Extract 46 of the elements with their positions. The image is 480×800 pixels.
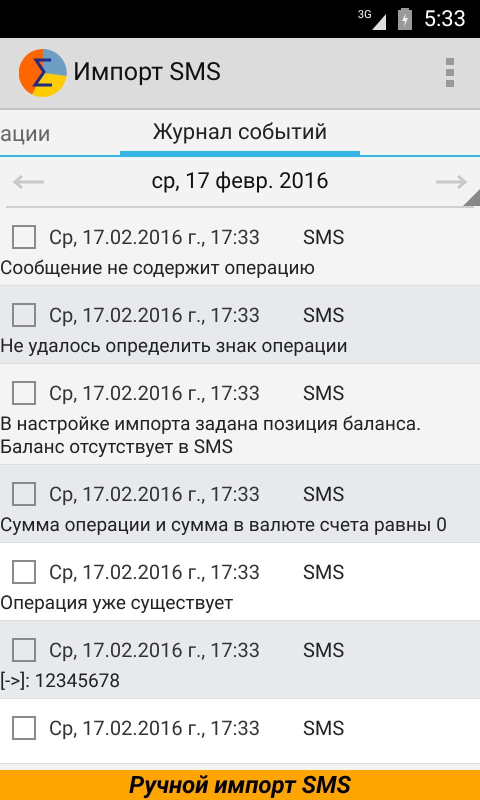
event-source: SMS xyxy=(303,637,344,664)
event-row[interactable]: Ср, 17.02.2016 г., 17:33 SMS [->]: 12345678 xyxy=(0,621,480,699)
event-message: Сумма операции и сумма в валюте счета равны 0 xyxy=(0,513,448,536)
event-datetime: Ср, 17.02.2016 г., 17:33 xyxy=(49,380,261,407)
checkbox[interactable] xyxy=(12,716,36,740)
clock: 5:33 xyxy=(424,6,466,34)
signal-icon xyxy=(372,14,386,30)
event-datetime: Ср, 17.02.2016 г., 17:33 xyxy=(49,637,261,664)
event-datetime: Ср, 17.02.2016 г., 17:33 xyxy=(49,559,261,586)
event-row[interactable]: Ср, 17.02.2016 г., 17:33 SMS Операция уже существует xyxy=(0,543,480,621)
event-source: SMS xyxy=(303,481,344,508)
network-type: 3G xyxy=(358,8,372,20)
event-source: SMS xyxy=(303,380,344,407)
corner-triangle-icon xyxy=(463,189,480,206)
checkbox[interactable] xyxy=(12,560,36,584)
event-source: SMS xyxy=(303,559,344,586)
event-row[interactable]: Ср, 17.02.2016 г., 17:33 SMS Сумма операции и сумма в валюте счета равны 0 xyxy=(0,465,480,543)
date-label[interactable]: ср, 17 февр. 2016 xyxy=(151,165,329,198)
next-arrow-icon[interactable] xyxy=(436,174,468,188)
event-message: В настройке импорта задана позиция баланса. Баланс отсутствует в SMS xyxy=(0,412,422,458)
checkbox[interactable] xyxy=(12,381,36,405)
checkbox[interactable] xyxy=(12,303,36,327)
previous-arrow-icon[interactable] xyxy=(12,174,44,188)
event-row[interactable]: Ср, 17.02.2016 г., 17:33 SMS xyxy=(0,699,480,764)
event-source: SMS xyxy=(303,302,344,329)
battery-charging-icon xyxy=(398,8,412,30)
event-datetime: Ср, 17.02.2016 г., 17:33 xyxy=(49,302,261,329)
event-message: [->]: 12345678 xyxy=(0,669,122,692)
checkbox[interactable] xyxy=(12,225,36,249)
app-title: Импорт SMS xyxy=(73,57,221,90)
tab[interactable]: Журнал событий xyxy=(120,110,360,155)
event-datetime: Ср, 17.02.2016 г., 17:33 xyxy=(49,481,261,508)
tab[interactable]: ации xyxy=(0,110,120,155)
event-message: Операция уже существует xyxy=(0,591,234,614)
event-datetime: Ср, 17.02.2016 г., 17:33 xyxy=(49,224,261,251)
event-source: SMS xyxy=(303,224,344,251)
manual-import-button[interactable]: Ручной импорт SMS xyxy=(0,770,480,800)
event-message: Не удалось определить знак операции xyxy=(0,334,349,357)
app-logo-icon xyxy=(19,49,67,97)
event-source: SMS xyxy=(303,715,344,742)
overflow-menu-icon[interactable] xyxy=(446,58,454,88)
checkbox[interactable] xyxy=(12,482,36,506)
event-message: Сообщение не содержит операцию xyxy=(0,256,316,279)
event-datetime: Ср, 17.02.2016 г., 17:33 xyxy=(49,715,261,742)
event-row[interactable]: Ср, 17.02.2016 г., 17:33 SMS Не удалось определить знак операции xyxy=(0,286,480,364)
checkbox[interactable] xyxy=(12,638,36,662)
